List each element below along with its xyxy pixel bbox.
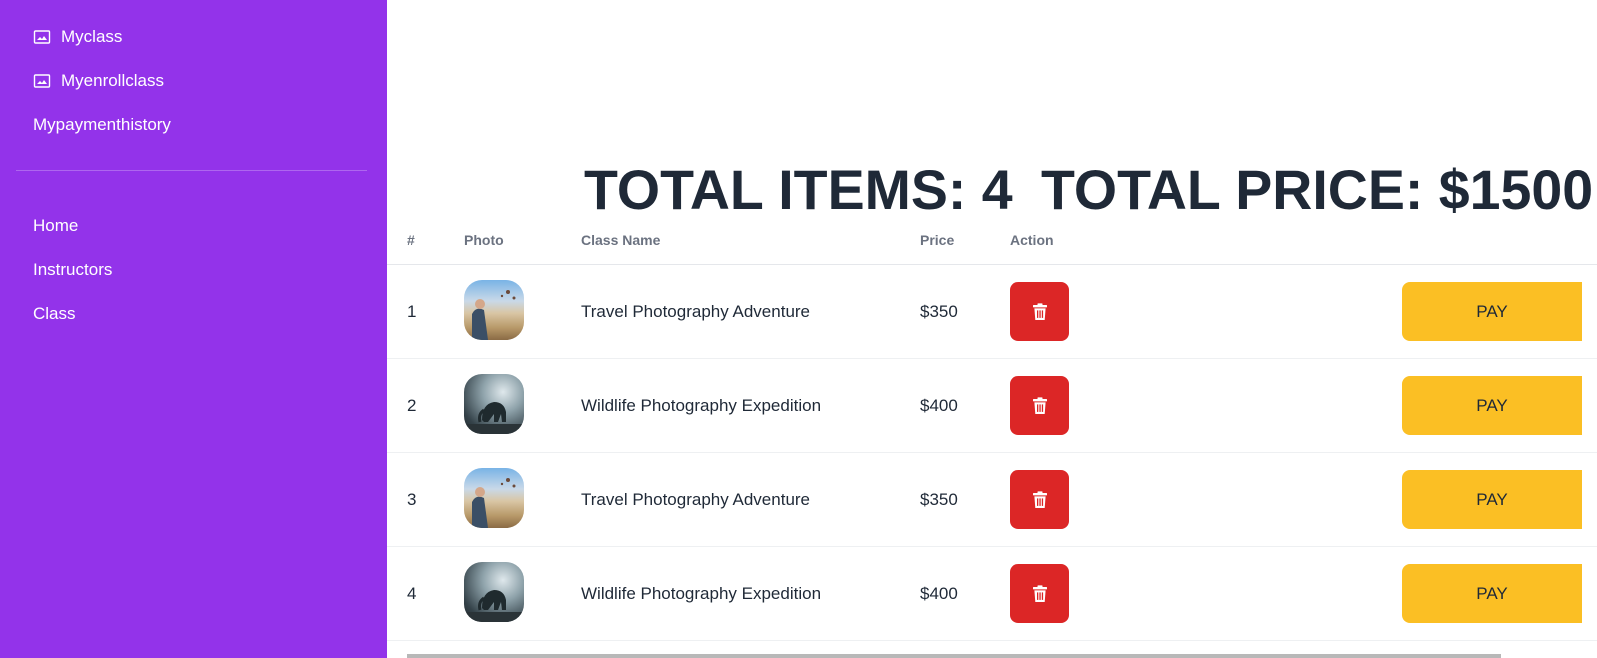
totals-summary: TOTAL ITEMS: 4 TOTAL PRICE: $1500 [387,158,1593,221]
class-photo [464,374,524,434]
image-icon [33,28,51,46]
sidebar-item-label: Home [33,216,79,235]
class-price: $350 [920,302,958,321]
class-photo [464,562,524,622]
main-content: TOTAL ITEMS: 4 TOTAL PRICE: $1500 # Phot… [387,0,1597,658]
app: Myclass Myenrollclass Mypaymenthistory H… [0,0,1597,658]
image-icon [33,72,51,90]
class-price: $400 [920,396,958,415]
class-name: Wildlife Photography Expedition [581,396,822,415]
trash-icon [1032,490,1047,508]
table-row: 1 Travel Photography Adventure $350 PAY [387,265,1597,359]
pay-button[interactable]: PAY [1402,376,1582,435]
row-number: 4 [407,584,417,603]
total-items-heading: TOTAL ITEMS: 4 [584,159,1013,221]
class-name: Travel Photography Adventure [581,490,811,509]
header-num: # [407,232,415,248]
sidebar-item-instructors[interactable]: Instructors [0,257,387,283]
delete-button[interactable] [1010,564,1069,623]
sidebar-divider [16,170,367,171]
sidebar-item-mypaymenthistory[interactable]: Mypaymenthistory [0,112,387,138]
header-action: Action [1010,232,1054,248]
header-class-name: Class Name [581,232,661,248]
class-name: Travel Photography Adventure [581,302,811,321]
class-price: $350 [920,490,958,509]
delete-button[interactable] [1010,470,1069,529]
sidebar-item-class[interactable]: Class [0,301,387,327]
row-number: 3 [407,490,417,509]
sidebar-item-myclass[interactable]: Myclass [0,24,387,50]
sidebar-item-label: Instructors [33,260,113,279]
trash-icon [1032,584,1047,602]
sidebar-item-label: Myclass [61,27,123,46]
header-photo: Photo [464,232,504,248]
sidebar-item-home[interactable]: Home [0,213,387,239]
sidebar-item-label: Class [33,304,76,323]
header-price: Price [920,232,955,248]
trash-icon [1032,396,1047,414]
table-row: 4 Wildlife Photography Expedition $400 P… [387,547,1597,641]
cart-table: # Photo Class Name Price Action 1 Travel… [387,222,1597,641]
class-name: Wildlife Photography Expedition [581,584,822,603]
sidebar-item-label: Mypaymenthistory [33,115,171,134]
total-price-heading: TOTAL PRICE: $1500 [1041,159,1594,221]
row-number: 2 [407,396,417,415]
class-photo [464,280,524,340]
pay-button[interactable]: PAY [1402,470,1582,529]
pay-button[interactable]: PAY [1402,564,1582,623]
table-row: 2 Wildlife Photography Expedition $400 P… [387,359,1597,453]
table-row: 3 Travel Photography Adventure $350 PAY [387,453,1597,547]
class-price: $400 [920,584,958,603]
class-photo [464,468,524,528]
row-number: 1 [407,302,417,321]
table-header: # Photo Class Name Price Action [387,222,1597,265]
sidebar: Myclass Myenrollclass Mypaymenthistory H… [0,0,387,658]
horizontal-scrollbar[interactable] [407,654,1501,658]
delete-button[interactable] [1010,376,1069,435]
sidebar-item-label: Myenrollclass [61,71,164,90]
sidebar-item-myenrollclass[interactable]: Myenrollclass [0,68,387,94]
delete-button[interactable] [1010,282,1069,341]
pay-button[interactable]: PAY [1402,282,1582,341]
trash-icon [1032,302,1047,320]
